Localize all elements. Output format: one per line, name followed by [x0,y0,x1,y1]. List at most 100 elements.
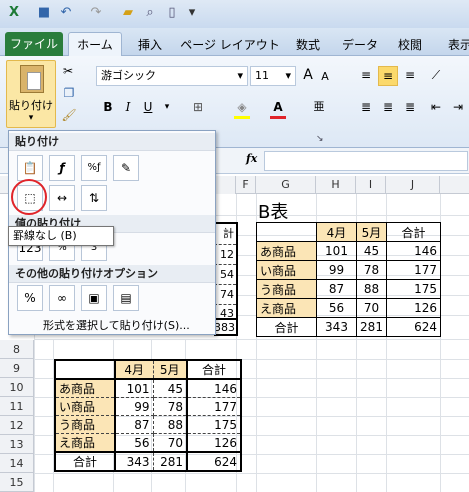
cut-icon[interactable]: ✂ [60,62,76,80]
table-header: 5月 [153,360,188,380]
table-cell: 54 [214,264,236,284]
chevron-down-icon: ▾ [237,69,243,82]
align-right-icon[interactable]: ≣ [400,98,420,116]
row-header[interactable]: 10 [0,378,34,397]
table-cell: 146 [187,379,241,398]
table-cell: 70 [356,298,387,318]
table-cell [55,360,116,380]
redo-icon[interactable]: ↷ [88,5,104,21]
paste-link-icon[interactable]: ∞ [49,285,75,311]
copy-icon[interactable]: ❐ [60,84,78,102]
tab-view[interactable]: 表示 [440,34,469,56]
paste-special-menu-item[interactable]: 形式を選択して貼り付け(S)... [43,317,190,333]
paste-keep-column-widths-icon[interactable]: ↔ [49,185,75,211]
row-header[interactable]: 14 [0,454,34,473]
italic-button[interactable]: I [120,98,136,116]
table-cell: 99 [115,397,154,416]
align-top-icon[interactable]: ≡ [356,66,376,84]
row-header[interactable]: 12 [0,416,34,435]
format-painter-icon[interactable]: 🖌 [60,106,78,124]
ribbon-tabs: ファイル ホーム 挿入 ページ レイアウト 数式 データ 校閲 表示 [0,28,469,57]
align-bottom-icon[interactable]: ≡ [400,66,420,84]
align-center-icon[interactable]: ≣ [378,98,398,116]
underline-button[interactable]: U [140,98,156,116]
table-cell: 101 [316,241,357,261]
font-name-select[interactable]: 游ゴシック ▾ [96,66,248,86]
paste-linked-picture-icon[interactable]: ▤ [113,285,139,311]
chevron-down-icon[interactable]: ▾ [160,98,174,116]
table-cell: 126 [386,298,441,318]
table-cell: え商品 [55,433,116,453]
shrink-font-icon[interactable]: A [318,68,332,86]
table-cell: あ商品 [55,379,116,398]
save-icon[interactable]: ■ [36,5,52,21]
font-color-letter: A [273,100,283,114]
table-row-total: 合計 343 281 624 [55,452,241,471]
align-middle-icon[interactable]: ≡ [378,66,398,86]
bold-button[interactable]: B [100,98,116,116]
row-header[interactable]: 13 [0,435,34,454]
column-header-f[interactable]: F [236,176,256,194]
font-name-value: 游ゴシック [101,69,156,82]
tab-formulas[interactable]: 数式 [288,34,328,56]
formula-input[interactable] [264,151,468,171]
table-header: 4月 [316,222,357,242]
table-cell: 計 [223,227,234,240]
grow-font-icon[interactable]: A [300,66,316,84]
paste-formulas-number-format-icon[interactable]: %ƒ [81,155,107,181]
font-dialog-launcher-icon[interactable]: ↘ [316,134,324,144]
paste-button[interactable]: 貼り付け ▾ [6,60,56,128]
customize-qat-icon[interactable]: ▾ [184,5,200,21]
tab-home[interactable]: ホーム [68,32,122,57]
paste-formulas-icon[interactable]: ƒ [49,155,75,181]
row-header[interactable]: 9 [0,359,34,378]
table-cell: 175 [187,415,241,434]
table-row: い商品 99 78 177 [256,260,441,280]
row-header[interactable]: 11 [0,397,34,416]
undo-icon[interactable]: ↶ [58,5,74,21]
paste-transpose-icon[interactable]: ⇅ [81,185,107,211]
column-header-g[interactable]: G [256,176,316,194]
font-color-icon[interactable]: A [268,98,288,119]
paste-keep-source-format-icon[interactable]: ✎ [113,155,139,181]
quick-access-toolbar: X ■ ↶ ↷ ▰ ⌕ ▯ ▾ [0,0,469,28]
table-cell: 87 [115,415,154,434]
border-icon[interactable]: ⊞ [188,98,208,116]
new-document-icon[interactable]: ▯ [164,5,180,21]
table-cell: 88 [153,415,188,434]
tab-data[interactable]: データ [338,34,382,56]
table-row: あ商品 101 45 146 [256,241,441,261]
open-folder-icon[interactable]: ▰ [120,5,136,21]
table-cell: 70 [153,433,188,453]
paste-icon[interactable]: 📋 [17,155,43,181]
paste-formatting-icon[interactable]: % [17,285,43,311]
table-cell: 383 [214,318,238,336]
paste-picture-icon[interactable]: ▣ [81,285,107,311]
table-row: え商品 56 70 126 [256,298,441,318]
orientation-icon[interactable]: ⟋ [426,66,446,84]
row-header[interactable]: 15 [0,473,34,492]
table-cell: 146 [386,241,441,261]
tab-insert[interactable]: 挿入 [130,34,170,56]
table-cell: 281 [153,452,188,471]
fx-icon[interactable]: fx [246,152,257,165]
fill-color-icon[interactable]: ◈ [232,98,252,119]
outdent-icon[interactable]: ⇥ [448,98,468,116]
font-size-select[interactable]: 11 ▾ [250,66,296,86]
tab-page-layout[interactable]: ページ レイアウト [178,34,282,56]
tab-review[interactable]: 校閲 [390,34,430,56]
tab-file[interactable]: ファイル [5,32,63,56]
table-cell: い商品 [256,260,317,280]
indent-icon[interactable]: ⇤ [426,98,446,116]
column-header-j[interactable]: J [386,176,440,194]
table-cell: 87 [316,279,357,299]
column-header-i[interactable]: I [356,176,386,194]
table-cell: 56 [115,433,154,453]
phonetic-icon[interactable]: 亜 [310,98,328,116]
align-left-icon[interactable]: ≣ [356,98,376,116]
table-cell: あ商品 [256,241,317,261]
row-header[interactable]: 8 [0,340,34,359]
print-preview-icon[interactable]: ⌕ [142,5,158,21]
column-header-h[interactable]: H [316,176,356,194]
table-row: い商品 99 78 177 [55,397,241,416]
